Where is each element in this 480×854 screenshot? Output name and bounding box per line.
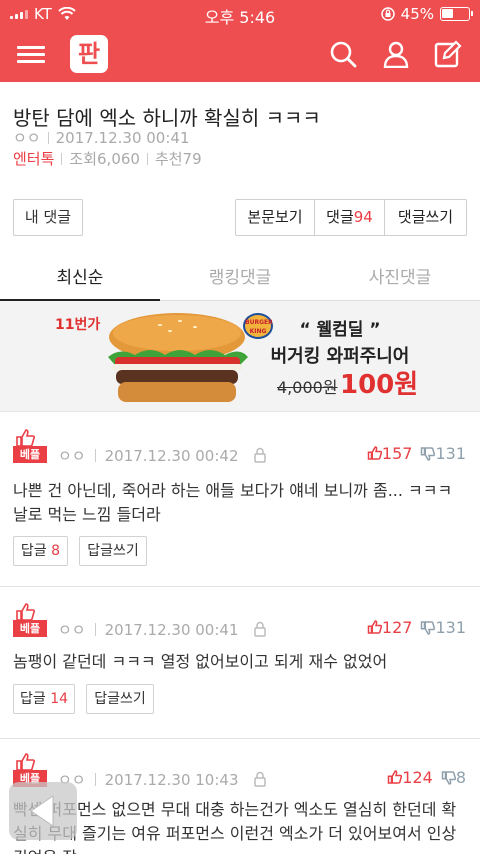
comment-tabs: 최신순 랭킹댓글 사진댓글 (0, 256, 480, 301)
downvote-count: 131 (435, 618, 466, 637)
article-meta: ㅇㅇ 2017.12.30 00:41 (13, 127, 190, 148)
ad-number: 11번가 (55, 317, 101, 333)
comment-item: 베플 ㅇㅇ 2017.12.30 00:41 127 131 놈팽이 같던데 ㅋㅋㅋ… (0, 587, 480, 739)
comment-item: 베플 ㅇㅇ 2017.12.30 00:42 157 131 나쁜 건 아닌데, 죽… (0, 413, 480, 587)
upvote-count: 157 (381, 444, 413, 463)
thumb-up-icon (16, 429, 35, 447)
best-badge: 베플 (13, 429, 47, 463)
upvote-count: 127 (381, 618, 413, 637)
comment-text: 빡센 퍼포먼스 없으면 무대 대충 하는건가 엑소도 열심히 한던데 확실히 무… (13, 800, 457, 854)
write-comment-button[interactable]: 댓글쓰기 (385, 200, 466, 235)
best-badge-label: 베플 (13, 620, 47, 637)
comment-date: 2017.12.30 00:41 (104, 621, 239, 639)
reply-button[interactable]: 답글 8 (13, 536, 68, 566)
reply-label: 답글 (20, 543, 47, 559)
back-button[interactable] (9, 782, 77, 840)
my-comments-button[interactable]: 내 댓글 (13, 199, 83, 236)
article-date: 2017.12.30 00:41 (55, 129, 190, 147)
comments-button[interactable]: 댓글94 (315, 200, 385, 235)
downvote-count: 8 (455, 768, 466, 787)
article-author: ㅇㅇ (13, 129, 41, 147)
app-bar: 판 (0, 28, 480, 82)
lock-icon[interactable] (253, 771, 267, 787)
thumb-down-icon (441, 771, 456, 785)
comment-author: ㅇㅇ (58, 621, 86, 639)
reply-count: 14 (50, 691, 69, 707)
tab-photo[interactable]: 사진댓글 (320, 256, 480, 301)
upvote-count: 124 (402, 768, 433, 787)
thumb-up-icon (367, 446, 383, 460)
search-icon[interactable] (329, 40, 357, 68)
tab-latest[interactable]: 최신순 (0, 256, 160, 301)
comment-actions: 본문보기 댓글94 댓글쓰기 (235, 199, 467, 236)
rotation-lock-icon (380, 7, 395, 21)
pann-logo[interactable]: 판 (70, 35, 108, 73)
user-icon[interactable] (382, 40, 410, 68)
write-reply-button[interactable]: 답글쓰기 (79, 536, 147, 566)
thumb-up-icon (367, 620, 383, 634)
ad-headline: “ 웰컴딜 ” (299, 320, 381, 340)
comment-author: ㅇㅇ (58, 447, 86, 465)
reply-button[interactable]: 답글 14 (13, 684, 75, 714)
thumb-down-icon (421, 447, 436, 461)
thumb-down-icon (421, 621, 436, 635)
write-icon[interactable] (434, 40, 462, 68)
downvote-button[interactable]: 8 (441, 768, 466, 787)
back-arrow-icon (30, 795, 54, 827)
thumb-up-icon (16, 603, 35, 621)
reply-label: 답글 (19, 691, 46, 707)
downvote-button[interactable]: 131 (420, 444, 466, 463)
ad-old-price: 4,000원 (277, 378, 338, 397)
lock-icon[interactable] (253, 621, 267, 637)
battery-icon (440, 7, 473, 21)
thumb-up-icon (16, 753, 35, 771)
battery-fill (442, 9, 453, 18)
tab-ranking[interactable]: 랭킹댓글 (160, 256, 320, 301)
comment-text: 나쁜 건 아닌데, 죽어라 하는 애들 보다가 얘네 보니까 좀... ㅋㅋㅋ … (13, 481, 453, 524)
view-body-button[interactable]: 본문보기 (236, 200, 315, 235)
thumb-up-icon (388, 770, 403, 784)
lock-icon[interactable] (253, 447, 267, 463)
comment-text: 놈팽이 같던데 ㅋㅋㅋ 열정 없어보이고 되게 재수 없었어 (13, 652, 388, 671)
article-recommends: 추천79 (154, 150, 202, 168)
comments-count: 94 (353, 208, 373, 226)
comment-date: 2017.12.30 10:43 (104, 771, 239, 789)
upvote-button[interactable]: 127 (367, 618, 413, 637)
downvote-button[interactable]: 131 (420, 618, 466, 637)
burger-image (108, 313, 248, 402)
comment-date: 2017.12.30 00:42 (104, 447, 239, 465)
article-category[interactable]: 엔터톡 (13, 150, 54, 168)
write-reply-button[interactable]: 답글쓰기 (86, 684, 154, 714)
article-views: 조회6,060 (69, 150, 140, 168)
ad-new-price: 100원 (340, 370, 419, 400)
status-bar: KT 오후 5:46 45% (0, 0, 480, 28)
battery-label: 45% (400, 5, 434, 23)
menu-icon[interactable] (17, 42, 45, 66)
reply-count: 8 (51, 543, 61, 559)
ad-banner[interactable]: 11번가 BURGER KING “ 웰컴딜 ” 버거킹 와퍼주니어 4,000원… (0, 301, 480, 412)
best-badge: 베플 (13, 603, 47, 637)
article-stats: 엔터톡 조회6,060 추천79 (13, 148, 202, 169)
comments-label: 댓글 (326, 208, 354, 226)
app-header: KT 오후 5:46 45% 판 (0, 0, 480, 82)
downvote-count: 131 (435, 444, 466, 463)
upvote-button[interactable]: 157 (367, 444, 413, 463)
upvote-button[interactable]: 124 (387, 768, 433, 787)
best-badge-label: 베플 (13, 446, 47, 463)
